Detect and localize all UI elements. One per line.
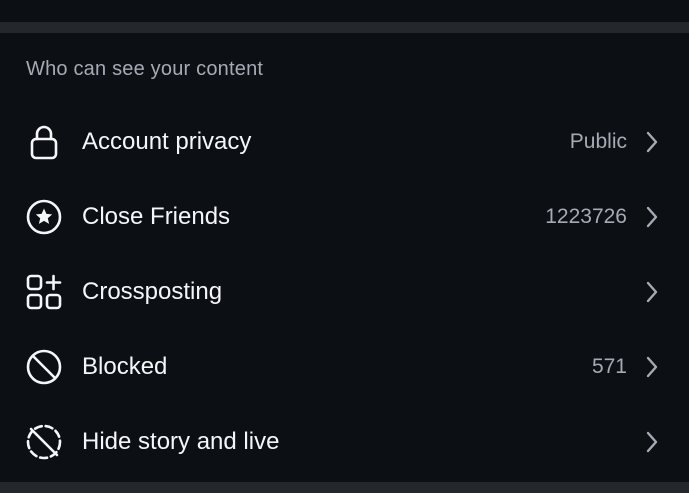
top-strip <box>0 0 689 22</box>
blocked-count: 571 <box>591 354 627 378</box>
hide-story-live-row[interactable]: Hide story and live <box>0 404 689 479</box>
chevron-right-icon <box>645 205 659 229</box>
grid-plus-icon <box>25 273 63 311</box>
lock-icon <box>25 123 63 161</box>
close-friends-row[interactable]: Close Friends 1223726 <box>0 179 689 254</box>
section-title: Who can see your content <box>26 58 264 80</box>
close-friends-label: Close Friends <box>82 202 231 230</box>
account-privacy-value: Public <box>569 129 627 153</box>
blocked-label: Blocked <box>82 352 168 380</box>
chevron-right-icon <box>645 130 659 154</box>
section-divider-top <box>0 22 689 33</box>
account-privacy-row[interactable]: Account privacy Public <box>0 104 689 179</box>
blocked-row[interactable]: Blocked 571 <box>0 329 689 404</box>
block-icon <box>25 348 63 386</box>
chevron-right-icon <box>645 430 659 454</box>
crossposting-row[interactable]: Crossposting <box>0 254 689 329</box>
star-circle-icon <box>25 198 63 236</box>
crossposting-label: Crossposting <box>82 277 223 305</box>
story-off-icon <box>25 423 63 461</box>
hide-story-live-label: Hide story and live <box>82 427 280 455</box>
chevron-right-icon <box>645 355 659 379</box>
chevron-right-icon <box>645 280 659 304</box>
section-divider-bottom <box>0 482 689 493</box>
account-privacy-label: Account privacy <box>82 127 252 155</box>
close-friends-count: 1223726 <box>545 204 627 228</box>
